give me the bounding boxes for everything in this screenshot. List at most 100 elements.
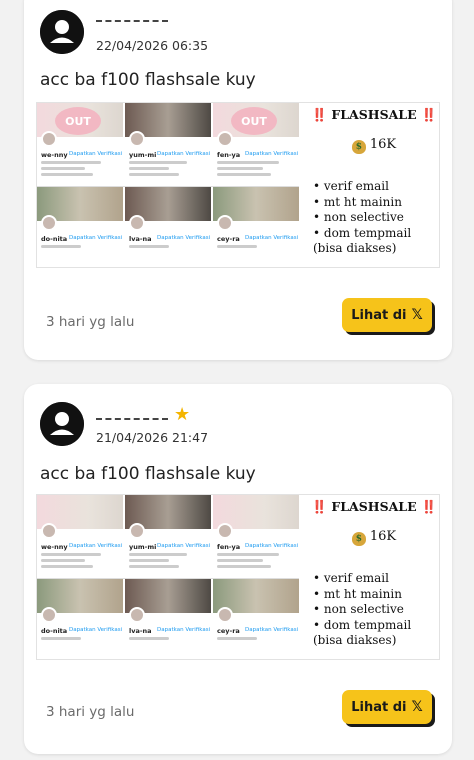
verified-badge: Dapatkan Verifikasi bbox=[157, 543, 211, 549]
verified-badge: Dapatkan Verifikasi bbox=[245, 627, 299, 633]
profile-picture bbox=[129, 607, 145, 623]
view-on-x-button[interactable]: Lihat di 𝕏 bbox=[342, 298, 432, 332]
username[interactable] bbox=[96, 12, 168, 22]
account-handle: yum-mi bbox=[129, 543, 157, 551]
x-logo-icon: 𝕏 bbox=[411, 699, 423, 715]
text-line bbox=[217, 167, 263, 170]
profile-picture bbox=[41, 607, 57, 623]
avatar[interactable] bbox=[40, 402, 84, 446]
account-handle: yum-mi bbox=[129, 151, 157, 159]
post-image[interactable]: OUT we-nny Dapatkan Verifikasi yum-mi Da… bbox=[36, 102, 440, 268]
text-line bbox=[217, 161, 279, 164]
promo-title: ‼️ FLASHSALE ‼️ bbox=[307, 499, 439, 515]
text-line bbox=[217, 637, 257, 640]
username[interactable]: ★ bbox=[96, 406, 190, 424]
feature-list: • verif email • mt ht mainin • non selec… bbox=[313, 571, 411, 649]
text-line bbox=[129, 245, 169, 248]
account-grid: we-nny Dapatkan Verifikasi yum-mi Dapatk… bbox=[37, 495, 299, 659]
text-line bbox=[41, 245, 81, 248]
profile-picture bbox=[217, 215, 233, 231]
verified-badge: Dapatkan Verifikasi bbox=[157, 235, 211, 241]
flashsale-label: FLASHSALE bbox=[331, 107, 417, 122]
feature-item: • mt ht mainin bbox=[313, 586, 402, 601]
text-line bbox=[129, 161, 187, 164]
text-line bbox=[217, 553, 279, 556]
feature-item: (bisa diakses) bbox=[313, 241, 397, 255]
avatar[interactable] bbox=[40, 10, 84, 54]
profile-picture bbox=[217, 523, 233, 539]
profile-picture bbox=[41, 215, 57, 231]
text-line bbox=[41, 553, 101, 556]
account-handle: do-nita bbox=[41, 235, 68, 243]
text-line bbox=[129, 565, 179, 568]
feature-list: • verif email • mt ht mainin • non selec… bbox=[313, 179, 411, 257]
account-handle: cey-ra bbox=[217, 235, 240, 243]
redacted-name bbox=[96, 12, 168, 22]
text-line bbox=[41, 637, 81, 640]
verified-badge: Dapatkan Verifikasi bbox=[245, 235, 299, 241]
flashsale-label: FLASHSALE bbox=[331, 499, 417, 514]
feature-item: (bisa diakses) bbox=[313, 633, 397, 647]
account-cell: we-nny Dapatkan Verifikasi bbox=[37, 495, 123, 577]
verified-badge: Dapatkan Verifikasi bbox=[69, 627, 123, 633]
relative-time: 3 hari yg lalu bbox=[46, 314, 135, 330]
account-handle: lva-na bbox=[129, 627, 152, 635]
text-line bbox=[129, 637, 169, 640]
post-timestamp: 21/04/2026 21:47 bbox=[96, 430, 209, 445]
feature-item: • mt ht mainin bbox=[313, 194, 402, 209]
post-card[interactable]: 22/04/2026 06:35 acc ba f100 flashsale k… bbox=[24, 0, 452, 360]
verified-badge: Dapatkan Verifikasi bbox=[69, 151, 123, 157]
price-value: 16K bbox=[369, 529, 397, 544]
account-cell: lva-na Dapatkan Verifikasi bbox=[125, 187, 211, 267]
account-grid: OUT we-nny Dapatkan Verifikasi yum-mi Da… bbox=[37, 103, 299, 267]
verified-badge: Dapatkan Verifikasi bbox=[69, 543, 123, 549]
user-avatar-icon bbox=[40, 402, 84, 446]
profile-picture bbox=[129, 215, 145, 231]
account-handle: lva-na bbox=[129, 235, 152, 243]
double-exclamation-icon: ‼️ bbox=[420, 107, 437, 122]
account-cell: OUT fen-ya Dapatkan Verifikasi bbox=[213, 103, 299, 185]
double-exclamation-icon: ‼️ bbox=[311, 499, 328, 514]
out-sticker: OUT bbox=[231, 107, 277, 135]
post-image[interactable]: we-nny Dapatkan Verifikasi yum-mi Dapatk… bbox=[36, 494, 440, 660]
relative-time: 3 hari yg lalu bbox=[46, 704, 135, 720]
user-avatar-icon bbox=[40, 10, 84, 54]
money-bag-icon: $ bbox=[351, 140, 366, 154]
post-timestamp: 22/04/2026 06:35 bbox=[96, 38, 209, 53]
price-value: 16K bbox=[369, 137, 397, 152]
profile-picture bbox=[41, 523, 57, 539]
text-line bbox=[129, 559, 169, 562]
price: $16K bbox=[307, 137, 439, 154]
text-line bbox=[217, 245, 257, 248]
account-handle: fen-ya bbox=[217, 543, 241, 551]
text-line bbox=[217, 559, 263, 562]
redacted-name bbox=[96, 410, 168, 420]
money-bag-icon: $ bbox=[351, 532, 366, 546]
post-text: acc ba f100 flashsale kuy bbox=[40, 464, 256, 484]
text-line bbox=[217, 173, 271, 176]
text-line bbox=[41, 173, 93, 176]
feature-item: • verif email bbox=[313, 571, 389, 585]
account-cell: cey-ra Dapatkan Verifikasi bbox=[213, 187, 299, 267]
out-sticker: OUT bbox=[55, 107, 101, 135]
verified-badge: Dapatkan Verifikasi bbox=[69, 235, 123, 241]
profile-picture bbox=[217, 607, 233, 623]
account-cell: OUT we-nny Dapatkan Verifikasi bbox=[37, 103, 123, 185]
account-handle: we-nny bbox=[41, 543, 68, 551]
text-line bbox=[129, 553, 187, 556]
star-icon: ★ bbox=[174, 404, 191, 425]
post-card[interactable]: ★ 21/04/2026 21:47 acc ba f100 flashsale… bbox=[24, 384, 452, 754]
promo-title: ‼️ FLASHSALE ‼️ bbox=[307, 107, 439, 123]
text-line bbox=[129, 167, 169, 170]
double-exclamation-icon: ‼️ bbox=[420, 499, 437, 514]
button-label: Lihat di bbox=[351, 307, 407, 323]
view-on-x-button[interactable]: Lihat di 𝕏 bbox=[342, 690, 432, 724]
verified-badge: Dapatkan Verifikasi bbox=[245, 543, 299, 549]
account-handle: cey-ra bbox=[217, 627, 240, 635]
text-line bbox=[129, 173, 179, 176]
account-cell: fen-ya Dapatkan Verifikasi bbox=[213, 495, 299, 577]
profile-picture bbox=[129, 131, 145, 147]
account-cell: cey-ra Dapatkan Verifikasi bbox=[213, 579, 299, 659]
account-cell: yum-mi Dapatkan Verifikasi bbox=[125, 495, 211, 577]
feature-item: • dom tempmail bbox=[313, 225, 412, 240]
